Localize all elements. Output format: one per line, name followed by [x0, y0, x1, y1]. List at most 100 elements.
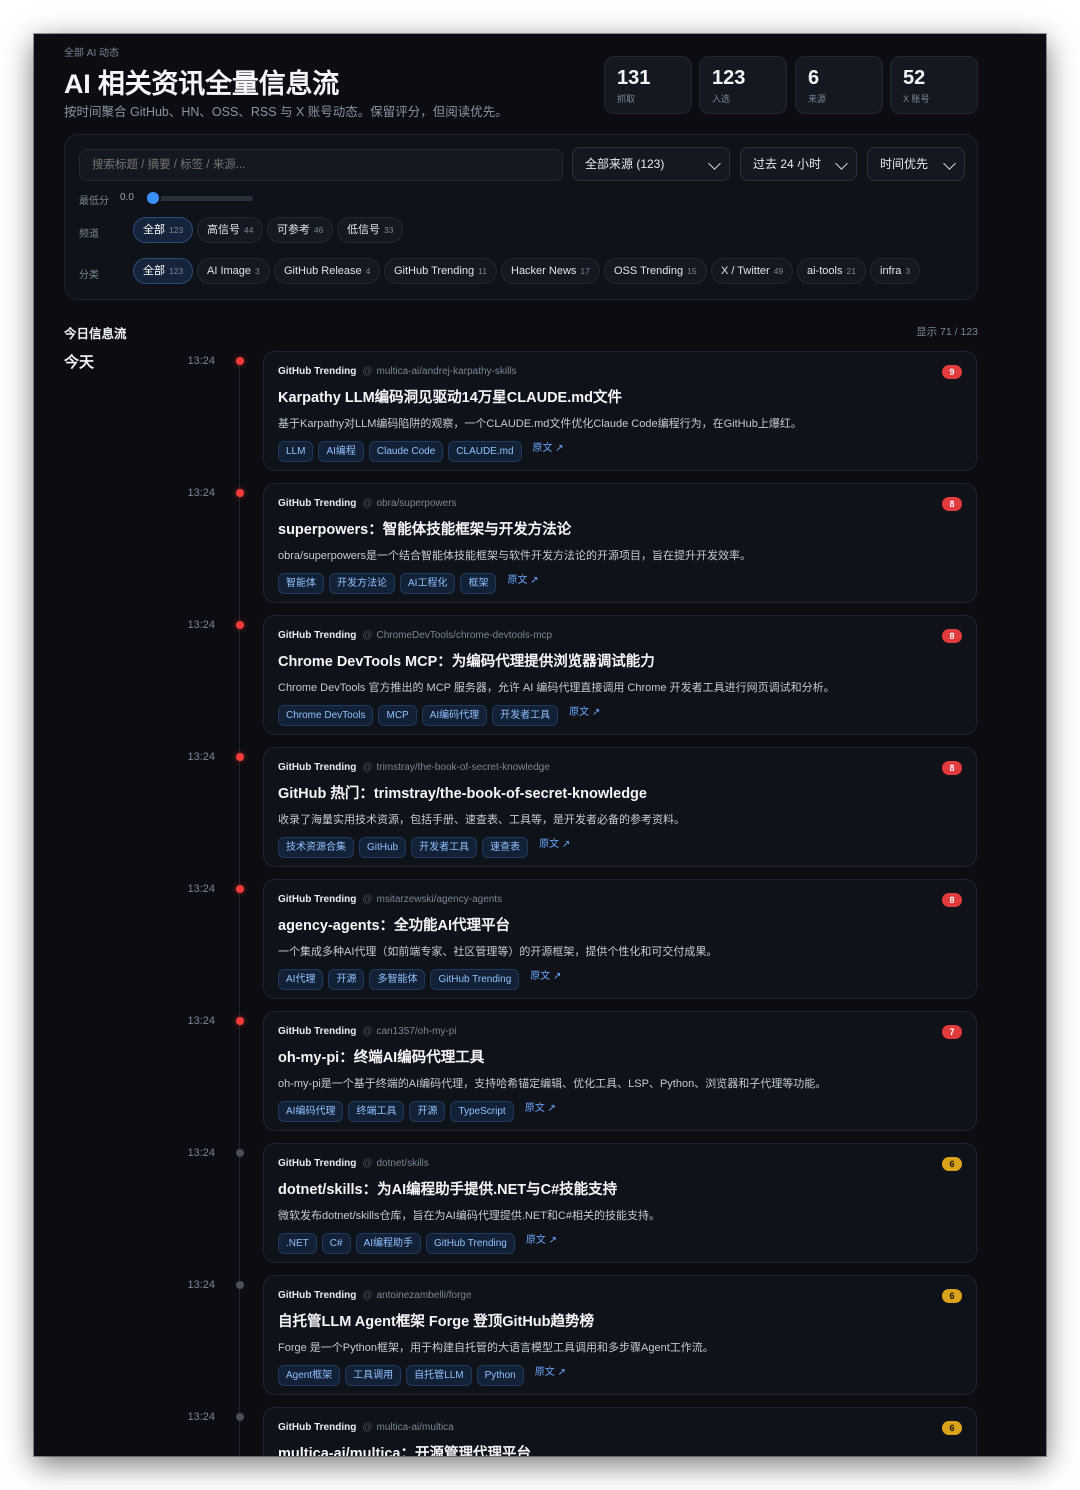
min-score-slider[interactable] [153, 196, 253, 201]
stat-number: 131 [617, 67, 651, 89]
tag-chip[interactable]: Claude Code [368, 441, 444, 462]
timeline-dot [236, 1017, 244, 1025]
tag-chip[interactable]: 工具调用 [345, 1365, 402, 1386]
item-source: GitHub Trending [278, 630, 357, 641]
tag-chip[interactable]: AI工程化 [400, 573, 456, 594]
category-chip-label: X / Twitter [721, 265, 770, 277]
item-title[interactable]: dotnet/skills：为AI编程助手提供.NET与C#技能支持 [278, 1178, 617, 1199]
category-chip[interactable]: ai-tools 21 [797, 258, 866, 284]
feed-card[interactable]: GitHub Trending @ multica-ai/multica 6 multi… [263, 1407, 977, 1456]
tag-chip[interactable]: CLAUDE.md [448, 441, 522, 462]
channel-chip[interactable]: 低信号 33 [337, 217, 404, 243]
item-title[interactable]: Chrome DevTools MCP：为编码代理提供浏览器调试能力 [278, 650, 655, 671]
original-link[interactable]: 原文 ↗ [535, 1365, 566, 1380]
item-title[interactable]: multica-ai/multica：开源管理代理平台 [278, 1442, 531, 1456]
tag-chip[interactable]: 速查表 [482, 837, 529, 858]
stat-label: 来源 [808, 94, 827, 104]
category-chip-count: 4 [365, 266, 371, 276]
page-subtitle: 按时间聚合 GitHub、HN、OSS、RSS 与 X 账号动态。保留评分，但阅… [64, 105, 508, 119]
category-chip[interactable]: infra 3 [870, 258, 921, 284]
tag-chip[interactable]: LLM [278, 441, 314, 462]
original-link[interactable]: 原文 ↗ [507, 573, 538, 588]
item-title[interactable]: agency-agents：全功能AI代理平台 [278, 914, 510, 935]
category-chip[interactable]: GitHub Release 4 [274, 258, 381, 284]
feed-card[interactable]: GitHub Trending @ multica-ai/andrej-karpat… [263, 351, 977, 471]
score-badge: 6 [942, 1421, 962, 1435]
tag-chip[interactable]: 智能体 [278, 573, 324, 594]
at-icon: @ [362, 1422, 373, 1433]
timeline-line [239, 361, 240, 1456]
channel-chip-label: 低信号 [347, 224, 380, 236]
min-score-slider-thumb[interactable] [147, 192, 159, 204]
original-link[interactable]: 原文 ↗ [539, 837, 570, 852]
time-range-select[interactable]: 过去 24 小时 [740, 147, 857, 181]
channel-chip[interactable]: 可参考 46 [267, 217, 334, 243]
tag-chip[interactable]: AI编码代理 [278, 1101, 344, 1122]
at-icon: @ [362, 894, 373, 905]
sort-select[interactable]: 时间优先 [867, 147, 965, 181]
item-tags: LLM AI编程 Claude Code CLAUDE.md 原文 ↗ [278, 441, 564, 462]
source-select[interactable]: 全部来源 (123) [572, 147, 730, 181]
item-title[interactable]: superpowers：智能体技能框架与开发方法论 [278, 518, 571, 539]
item-title[interactable]: GitHub 热门：trimstray/the-book-of-secret-k… [278, 782, 647, 803]
tag-chip[interactable]: TypeScript [450, 1101, 514, 1122]
timeline-dot [236, 885, 244, 893]
tag-chip[interactable]: GitHub Trending [426, 1233, 515, 1254]
feed-card[interactable]: GitHub Trending @ trimstray/the-book-of-se… [263, 747, 977, 867]
tag-chip[interactable]: GitHub [359, 837, 407, 858]
feed-card[interactable]: GitHub Trending @ dotnet/skills 6 dotnet/ski… [263, 1143, 977, 1263]
feed-card[interactable]: GitHub Trending @ msitarzewski/agency-agen… [263, 879, 977, 999]
tag-chip[interactable]: 开源 [328, 969, 365, 990]
feed-card[interactable]: GitHub Trending @ obra/superpowers 8 superpo… [263, 483, 977, 603]
tag-chip[interactable]: .NET [278, 1233, 317, 1254]
item-repo: multica-ai/andrej-karpathy-skills [376, 366, 517, 377]
tag-chip[interactable]: 开源 [409, 1101, 446, 1122]
chevron-down-icon [943, 157, 956, 170]
tag-chip[interactable]: 开发方法论 [329, 573, 395, 594]
tag-chip[interactable]: Agent框架 [278, 1365, 341, 1386]
feed-card[interactable]: GitHub Trending @ antoinezambelli/forge 6 自托… [263, 1275, 977, 1395]
item-title[interactable]: Karpathy LLM编码洞见驱动14万星CLAUDE.md文件 [278, 386, 622, 407]
tag-chip[interactable]: 自托管LLM [406, 1365, 472, 1386]
timeline-dot [236, 357, 244, 365]
category-chip-label: GitHub Trending [394, 265, 475, 277]
item-tags: .NET C# AI编程助手 GitHub Trending 原文 ↗ [278, 1233, 557, 1254]
original-link[interactable]: 原文 ↗ [530, 969, 561, 984]
page-kicker: 全部 AI 动态 [64, 48, 120, 59]
tag-chip[interactable]: Chrome DevTools [278, 705, 374, 726]
stat-number: 6 [808, 67, 820, 89]
tag-chip[interactable]: GitHub Trending [430, 969, 520, 990]
channel-chip[interactable]: 全部 123 [133, 217, 194, 243]
tag-chip[interactable]: 开发者工具 [411, 837, 478, 858]
original-link[interactable]: 原文 ↗ [569, 705, 600, 720]
category-chip[interactable]: OSS Trending 15 [604, 258, 707, 284]
tag-chip[interactable]: MCP [378, 705, 417, 726]
tag-chip[interactable]: AI编程 [318, 441, 364, 462]
feed-card[interactable]: GitHub Trending @ ChromeDevTools/chrome-de… [263, 615, 977, 735]
tag-chip[interactable]: 终端工具 [348, 1101, 405, 1122]
feed-card[interactable]: GitHub Trending @ can1357/oh-my-pi 7 oh-my-p… [263, 1011, 977, 1131]
search-input[interactable] [79, 149, 563, 181]
item-title[interactable]: 自托管LLM Agent框架 Forge 登顶GitHub趋势榜 [278, 1310, 594, 1331]
tag-chip[interactable]: Python [476, 1365, 524, 1386]
tag-chip[interactable]: 开发者工具 [492, 705, 559, 726]
category-chip[interactable]: AI Image 3 [197, 258, 270, 284]
category-chip-count: 49 [773, 266, 784, 276]
category-chip[interactable]: 全部 123 [133, 258, 194, 284]
tag-chip[interactable]: AI编码代理 [421, 705, 488, 726]
category-chip[interactable]: X / Twitter 49 [711, 258, 794, 284]
tag-chip[interactable]: 多智能体 [369, 969, 426, 990]
tag-chip[interactable]: 技术资源合集 [278, 837, 354, 858]
tag-chip[interactable]: AI编程助手 [355, 1233, 422, 1254]
tag-chip[interactable]: AI代理 [278, 969, 324, 990]
tag-chip[interactable]: 框架 [460, 573, 497, 594]
category-chip[interactable]: Hacker News 17 [501, 258, 600, 284]
channel-chip[interactable]: 高信号 44 [197, 217, 264, 243]
original-link[interactable]: 原文 ↗ [525, 1101, 556, 1116]
original-link[interactable]: 原文 ↗ [526, 1233, 557, 1248]
item-title[interactable]: oh-my-pi：终端AI编码代理工具 [278, 1046, 484, 1067]
item-source: GitHub Trending [278, 498, 357, 509]
category-chip[interactable]: GitHub Trending 11 [384, 258, 497, 284]
original-link[interactable]: 原文 ↗ [533, 441, 564, 456]
tag-chip[interactable]: C# [321, 1233, 351, 1254]
